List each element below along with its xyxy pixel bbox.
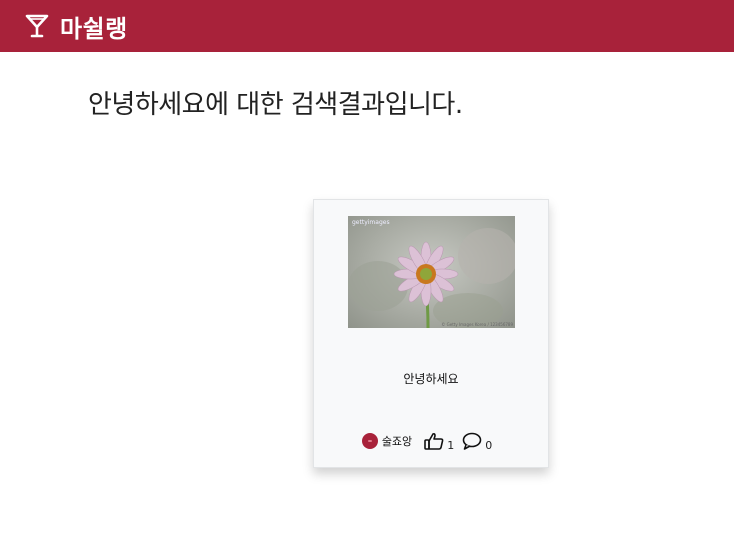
search-result-heading: 안녕하세요에 대한 검색결과입니다.: [88, 90, 463, 120]
author-name[interactable]: 술죠앙: [382, 433, 412, 449]
top-navigation-bar: 마쉴랭: [0, 0, 734, 52]
post-thumbnail[interactable]: gettyimages © Getty Images Korea / 12345…: [348, 216, 515, 328]
comment-stat[interactable]: 0: [462, 432, 493, 452]
thumbs-up-icon[interactable]: [424, 432, 444, 450]
author-avatar[interactable]: [361, 433, 378, 449]
image-watermark: gettyimages: [352, 219, 390, 226]
like-count: 1: [447, 439, 455, 452]
speech-bubble-icon[interactable]: [462, 432, 482, 450]
cocktail-glass-icon: [24, 13, 50, 39]
brand-logo[interactable]: 마쉴랭: [24, 9, 128, 44]
brand-name: 마쉴랭: [60, 14, 128, 43]
post-footer: 술죠앙 1 0: [314, 432, 548, 452]
post-card[interactable]: gettyimages © Getty Images Korea / 12345…: [313, 199, 549, 468]
post-title[interactable]: 안녕하세요: [314, 370, 548, 387]
like-stat[interactable]: 1: [424, 432, 455, 452]
comment-count: 0: [485, 439, 493, 452]
image-credit: © Getty Images Korea / 123456789: [441, 322, 513, 327]
